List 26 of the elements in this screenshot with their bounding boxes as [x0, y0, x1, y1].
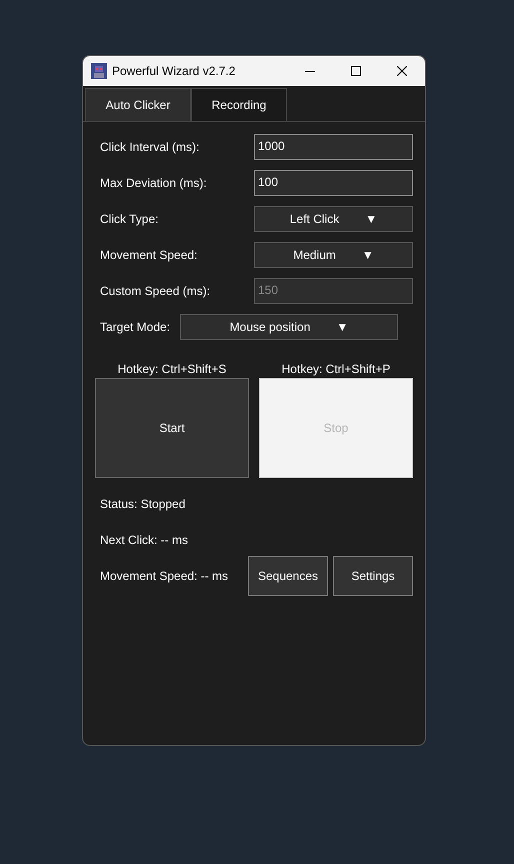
- status-text: Movement Speed: -- ms: [100, 568, 230, 585]
- dropdown[interactable]: Medium ▼: [254, 242, 413, 268]
- close-icon: [397, 66, 407, 76]
- tab[interactable]: Recording: [191, 88, 287, 121]
- dropdown[interactable]: Mouse position ▼: [180, 314, 398, 340]
- start-button[interactable]: Start: [95, 378, 249, 478]
- input-field[interactable]: 1000: [254, 134, 413, 160]
- field-label: Target Mode:: [99, 319, 172, 336]
- window-title: Powerful Wizard v2.7.2: [112, 63, 236, 80]
- status-text: Next Click: -- ms: [100, 532, 189, 549]
- wizard-icon: [91, 63, 107, 79]
- field-label: Custom Speed (ms):: [99, 283, 212, 300]
- field-label: Click Type:: [99, 211, 160, 228]
- field-label: Max Deviation (ms):: [99, 175, 208, 192]
- status-text: Status: Stopped: [100, 496, 186, 513]
- hotkey-label: Hotkey: Ctrl+Shift+P: [282, 361, 390, 376]
- action-button[interactable]: Settings: [333, 556, 413, 596]
- hotkey-label: Hotkey: Ctrl+Shift+S: [118, 361, 226, 376]
- dropdown[interactable]: Left Click ▼: [254, 206, 413, 232]
- action-button[interactable]: Sequences: [248, 556, 328, 596]
- maximize-icon: [351, 66, 361, 76]
- minimize-icon: [305, 70, 315, 72]
- tab[interactable]: Auto Clicker: [85, 88, 191, 121]
- field-label: Click Interval (ms):: [99, 139, 200, 156]
- field-label: Movement Speed:: [99, 247, 198, 264]
- input-field[interactable]: 100: [254, 170, 413, 196]
